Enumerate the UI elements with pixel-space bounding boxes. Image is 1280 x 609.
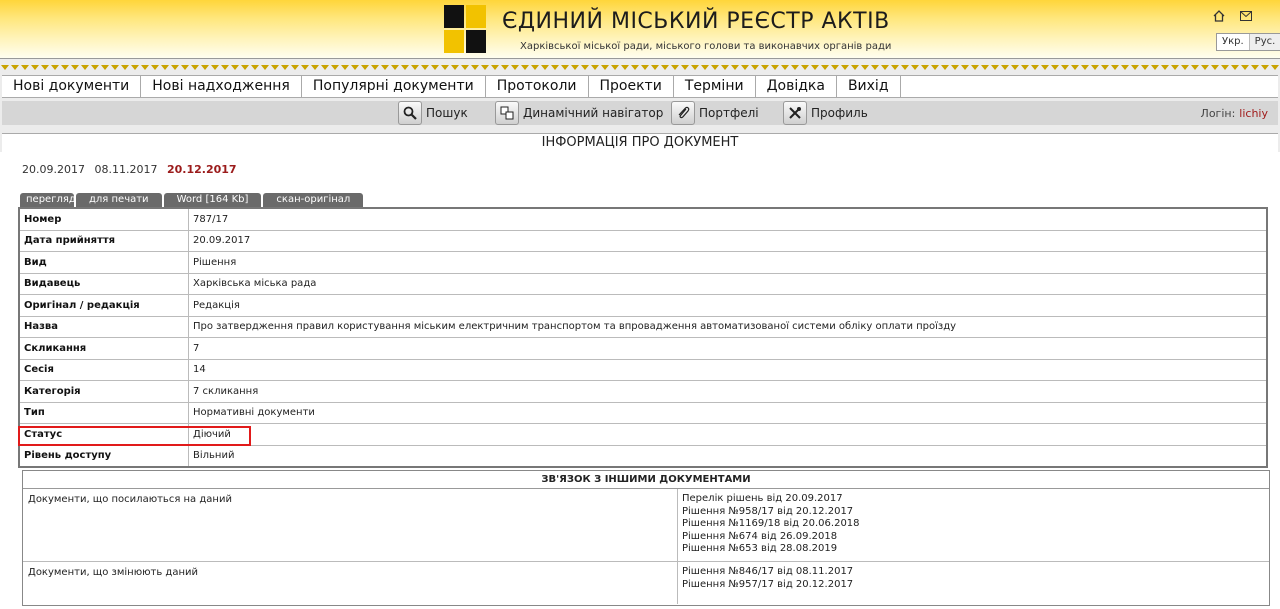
menu-help[interactable]: Довідка (756, 76, 837, 97)
modifying-documents-label: Документи, що змінюють даний (28, 567, 199, 578)
field-label: Номер (18, 207, 189, 231)
related-document-link[interactable]: Рішення №653 від 28.08.2019 (682, 543, 860, 556)
tab-view[interactable]: перегляд (20, 193, 76, 207)
field-value: Нормативні документи (188, 401, 1268, 424)
field-label: Сесія (18, 358, 189, 381)
menu-protocols[interactable]: Протоколи (486, 76, 589, 97)
related-document-link[interactable]: Рішення №846/17 від 08.11.2017 (682, 566, 853, 579)
view-tabs: перегляд для печати Word [164 Kb] скан-о… (20, 193, 365, 207)
lang-rus[interactable]: Рус. (1248, 34, 1280, 50)
referring-documents-row: Документи, що посилаються на даний Перел… (23, 489, 1269, 562)
field-value: 787/17 (188, 207, 1268, 231)
field-label: Дата прийняття (18, 229, 189, 252)
login-user[interactable]: lichiy (1239, 107, 1268, 120)
revision-date-link[interactable]: 08.11.2017 (94, 163, 157, 176)
table-row: Дата прийняття 20.09.2017 (18, 229, 1268, 252)
language-switcher: Укр. Рус. (1216, 33, 1280, 51)
menu-projects[interactable]: Проекти (589, 76, 674, 97)
table-row: Сесія 14 (18, 358, 1268, 381)
field-label: Скликання (18, 337, 189, 360)
tools-icon (783, 101, 807, 125)
table-row: Вид Рішення (18, 251, 1268, 274)
site-header: ЄДИНИЙ МІСЬКИЙ РЕЄСТР АКТІВ Харківської … (0, 0, 1280, 59)
table-row: Скликання 7 (18, 337, 1268, 360)
field-value: Рішення (188, 251, 1268, 274)
portfolio-label: Портфелі (699, 106, 759, 120)
field-value: Діючий (188, 423, 1268, 446)
mail-icon[interactable] (1240, 11, 1252, 21)
related-documents-title: ЗВ'ЯЗОК З ІНШИМИ ДОКУМЕНТАМИ (23, 471, 1269, 489)
logo (444, 5, 486, 53)
site-subtitle: Харківської міської ради, міського голов… (520, 41, 892, 52)
current-revision-date: 20.12.2017 (166, 163, 237, 176)
field-label: Тип (18, 401, 189, 424)
referring-documents-label: Документи, що посилаються на даний (28, 494, 232, 505)
tab-scan-original[interactable]: скан-оригінал (263, 193, 364, 207)
menu-terms[interactable]: Терміни (674, 76, 756, 97)
search-button[interactable]: Пошук (398, 101, 468, 125)
portfolio-button[interactable]: Портфелі (671, 101, 759, 125)
field-label: Рівень доступу (18, 444, 189, 468)
toolbar: Пошук Динамічний навігатор Портфелі Проф… (2, 101, 1278, 125)
field-value: Харківська міська рада (188, 272, 1268, 295)
table-row: Рівень доступу Вільний (18, 444, 1268, 468)
status-highlight (18, 426, 251, 446)
revision-dates: 20.09.2017 08.11.2017 20.12.2017 (22, 163, 237, 176)
lang-ukr[interactable]: Укр. (1217, 34, 1249, 50)
table-row: Тип Нормативні документи (18, 401, 1268, 424)
document-content: 20.09.2017 08.11.2017 20.12.2017 перегля… (0, 152, 1280, 609)
field-value: Редакція (188, 294, 1268, 317)
related-document-link[interactable]: Рішення №958/17 від 20.12.2017 (682, 506, 860, 519)
field-value: 7 (188, 337, 1268, 360)
table-row: Номер 787/17 (18, 207, 1268, 231)
field-value: Про затвердження правил користування міс… (188, 315, 1268, 338)
related-document-link[interactable]: Рішення №1169/18 від 20.06.2018 (682, 518, 860, 531)
field-value: Вільний (188, 444, 1268, 468)
field-value: 20.09.2017 (188, 229, 1268, 252)
field-value: 7 скликання (188, 380, 1268, 403)
navigator-label: Динамічний навігатор (523, 106, 664, 120)
search-label: Пошук (426, 106, 468, 120)
table-row: Оригінал / редакція Редакція (18, 294, 1268, 317)
login-label: Логін: (1200, 107, 1236, 120)
site-title: ЄДИНИЙ МІСЬКИЙ РЕЄСТР АКТІВ (502, 9, 890, 34)
main-menu: Нові документи Нові надходження Популярн… (2, 75, 1278, 98)
page-title: ІНФОРМАЦІЯ ПРО ДОКУМЕНТ (2, 133, 1278, 153)
field-label: Назва (18, 315, 189, 338)
paperclip-icon (671, 101, 695, 125)
home-icon[interactable] (1213, 10, 1225, 22)
table-row: Назва Про затвердження правил користуванн… (18, 315, 1268, 338)
tab-word[interactable]: Word [164 Kb] (163, 193, 262, 207)
menu-new-arrivals[interactable]: Нові надходження (141, 76, 302, 97)
referring-documents-list: Перелік рішень від 20.09.2017 Рішення №95… (677, 489, 860, 561)
related-documents: ЗВ'ЯЗОК З ІНШИМИ ДОКУМЕНТАМИ Документи, … (22, 470, 1270, 606)
field-value: 14 (188, 358, 1268, 381)
menu-popular-documents[interactable]: Популярні документи (302, 76, 486, 97)
modifying-documents-row: Документи, що змінюють даний Рішення №84… (23, 562, 1269, 604)
table-row: Видавець Харківська міська рада (18, 272, 1268, 295)
field-label: Категорія (18, 380, 189, 403)
related-document-link[interactable]: Рішення №674 від 26.09.2018 (682, 531, 860, 544)
magnifier-icon (398, 101, 422, 125)
related-document-link[interactable]: Перелік рішень від 20.09.2017 (682, 493, 860, 506)
profile-label: Профиль (811, 106, 868, 120)
field-label: Видавець (18, 272, 189, 295)
menu-exit[interactable]: Вихід (837, 76, 901, 97)
profile-button[interactable]: Профиль (783, 101, 868, 125)
navigator-button[interactable]: Динамічний навігатор (495, 101, 664, 125)
tab-print[interactable]: для печати (76, 193, 162, 207)
table-row: Категорія 7 скликання (18, 380, 1268, 403)
decorative-strip (0, 59, 1280, 75)
related-document-link[interactable]: Рішення №957/17 від 20.12.2017 (682, 579, 853, 592)
navigator-icon (495, 101, 519, 125)
login-info: Логін: lichiy (1201, 107, 1268, 120)
field-label: Оригінал / редакція (18, 294, 189, 317)
modifying-documents-list: Рішення №846/17 від 08.11.2017 Рішення №9… (677, 562, 853, 604)
menu-new-documents[interactable]: Нові документи (2, 76, 142, 97)
revision-date-link[interactable]: 20.09.2017 (22, 163, 85, 176)
field-label: Вид (18, 251, 189, 274)
